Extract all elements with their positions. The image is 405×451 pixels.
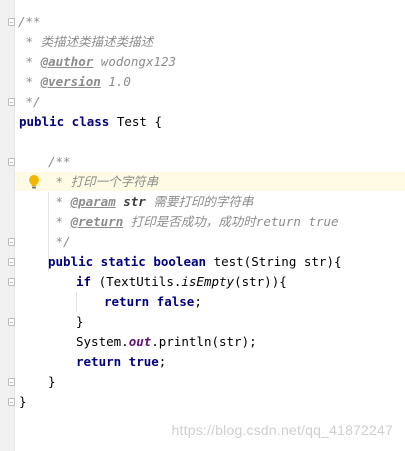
code-line-15: return false; xyxy=(104,294,202,309)
fold-marker-icon[interactable] xyxy=(8,318,15,326)
watermark: https://blog.csdn.net/qq_41872247 xyxy=(171,422,393,438)
fold-marker-icon[interactable] xyxy=(8,98,15,106)
code-line-9: * 打印一个字符串 xyxy=(48,174,159,189)
code-line-2: * 类描述类描述类描述 xyxy=(18,34,154,49)
fold-marker-icon[interactable] xyxy=(8,158,15,166)
indent-guide xyxy=(76,292,77,312)
code-line-20: } xyxy=(19,394,27,409)
code-line-12: */ xyxy=(48,234,71,249)
code-line-18: return true; xyxy=(76,354,167,369)
code-line-5: */ xyxy=(18,94,41,109)
code-line-4: * @version 1.0 xyxy=(18,74,131,89)
fold-marker-icon[interactable] xyxy=(8,18,15,26)
fold-marker-icon[interactable] xyxy=(8,398,15,406)
code-line-3: * @author wodongx123 xyxy=(18,54,177,69)
code-line-17: System.out.println(str); xyxy=(76,334,257,349)
code-line-6: public class Test { xyxy=(19,114,162,129)
code-line-1: /** xyxy=(18,14,41,29)
fold-marker-icon[interactable] xyxy=(8,238,15,246)
lightbulb-icon[interactable] xyxy=(27,174,41,190)
code-line-14: if (TextUtils.isEmpty(str)){ xyxy=(76,274,287,289)
code-line-11: * @return 打印是否成功，成功时return true xyxy=(48,214,339,229)
code-line-16: } xyxy=(76,314,84,329)
code-line-13: public static boolean test(String str){ xyxy=(48,254,342,269)
fold-marker-icon[interactable] xyxy=(8,378,15,386)
code-line-10: * @param str 需要打印的字符串 xyxy=(48,194,254,209)
fold-marker-icon[interactable] xyxy=(8,258,15,266)
code-line-8: /** xyxy=(48,154,71,169)
code-line-19: } xyxy=(48,374,56,389)
fold-marker-icon[interactable] xyxy=(8,278,15,286)
